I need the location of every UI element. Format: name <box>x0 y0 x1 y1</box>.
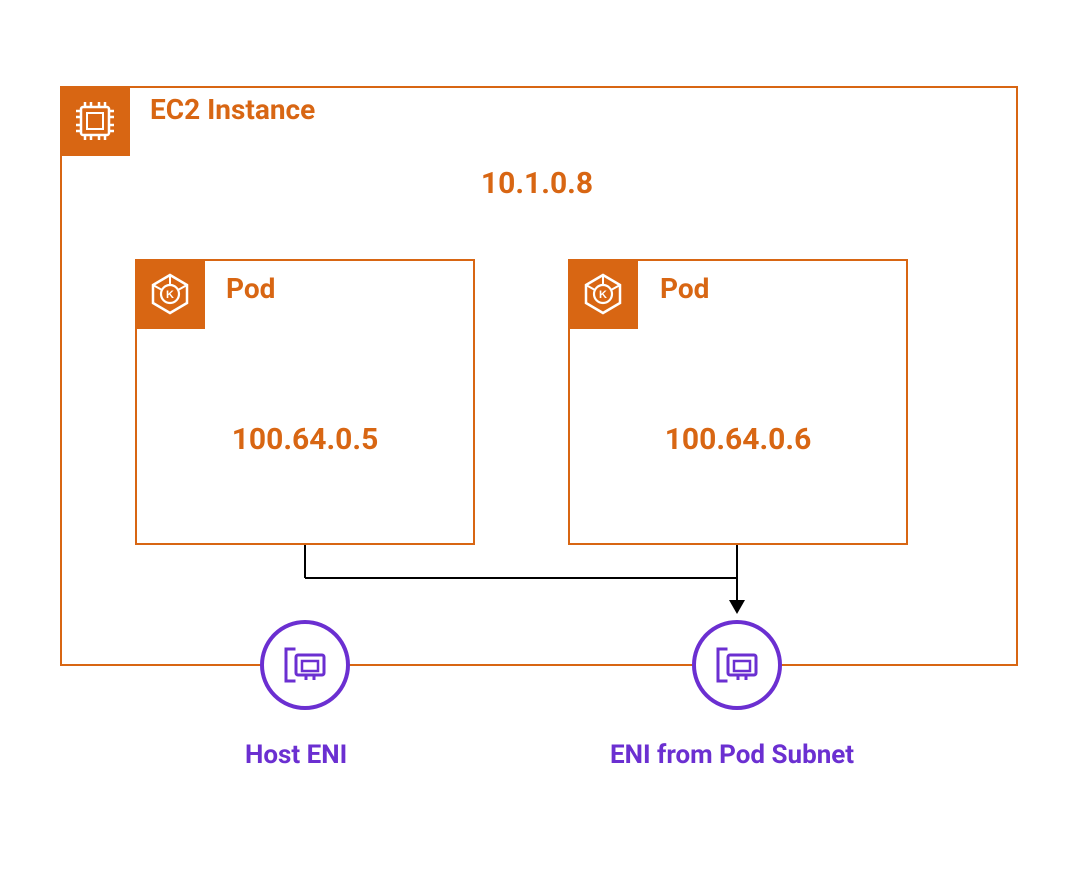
arrow-down-icon <box>729 600 745 614</box>
connector-line <box>304 545 306 578</box>
ec2-ip: 10.1.0.8 <box>0 166 1074 201</box>
pod-title-1: Pod <box>226 272 275 305</box>
kubernetes-pod-icon: K <box>135 259 205 329</box>
pod-title-2: Pod <box>660 272 709 305</box>
kubernetes-pod-icon: K <box>568 259 638 329</box>
connector-line <box>305 577 737 579</box>
ec2-chip-icon <box>60 86 130 156</box>
pod-ip-2: 100.64.0.6 <box>568 422 908 457</box>
eni-icon <box>260 620 350 710</box>
pod-subnet-eni-label: ENI from Pod Subnet <box>610 740 854 770</box>
connector-line <box>736 545 738 605</box>
host-eni-label: Host ENI <box>245 740 347 770</box>
ec2-title: EC2 Instance <box>150 93 315 126</box>
pod-ip-1: 100.64.0.5 <box>135 422 475 457</box>
eni-icon <box>692 620 782 710</box>
diagram-canvas: EC2 Instance 10.1.0.8 K Pod 100.64.0.5 K… <box>0 0 1074 869</box>
svg-text:K: K <box>166 289 174 301</box>
svg-text:K: K <box>599 289 607 301</box>
